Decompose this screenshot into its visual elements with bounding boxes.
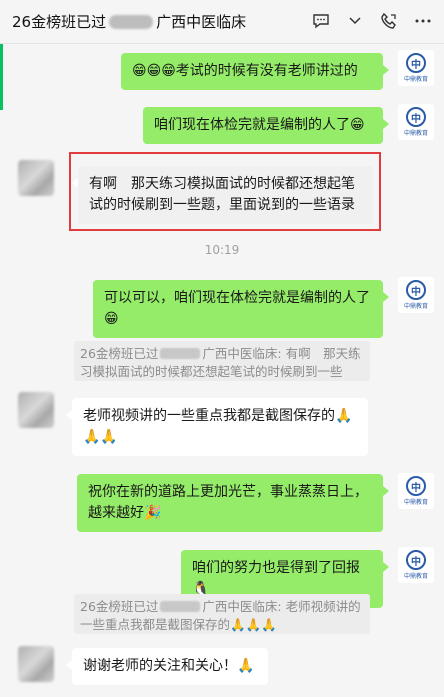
quoted-message[interactable]: 26金榜班已过 广西中医临床: 有啊 那天练习模拟面试的时候都还想起笔试的时候刷到… [74,341,370,381]
message-bubble[interactable]: 咱们现在体检完就是编制的人了😁 [143,107,389,144]
chat-title-suffix: 广西中医临床 [156,13,247,31]
chat-title-prefix: 26金榜班已过 [12,13,107,31]
teacher-avatar[interactable]: 中中鼎教育 [398,547,434,583]
highlight-box [69,152,381,231]
redacted-name [109,15,154,29]
title-bar: 26金榜班已过 广西中医临床 [0,0,444,44]
chevron-down-icon[interactable] [344,10,366,32]
teacher-avatar[interactable]: 中中鼎教育 [398,473,434,509]
student-avatar[interactable] [18,392,54,428]
chat-bubble-icon[interactable] [310,10,332,32]
more-options-icon[interactable] [412,10,434,32]
teacher-avatar[interactable]: 中中鼎教育 [398,277,434,313]
message-bubble[interactable]: 祝你在新的道路上更加光芒，事业蒸蒸日上，越来越好🎉 [77,474,389,532]
student-avatar[interactable] [18,646,54,682]
redacted-name [160,601,201,612]
teacher-avatar[interactable]: 中中鼎教育 [398,104,434,140]
phone-call-icon[interactable] [378,10,400,32]
message-bubble[interactable]: 谢谢老师的关注和关心！🙏 [66,648,268,685]
redacted-name [160,348,201,359]
unread-indicator [0,44,3,110]
message-bubble[interactable]: 老师视频讲的一些重点我都是截图保存的🙏🙏🙏 [66,398,368,456]
teacher-avatar[interactable]: 中中鼎教育 [398,50,434,86]
quoted-message[interactable]: 26金榜班已过 广西中医临床: 老师视频讲的一些重点我都是截图保存的🙏🙏🙏 [74,594,370,634]
message-bubble[interactable]: 😁😁😁考试的时候有没有老师讲过的 [121,53,389,90]
message-bubble[interactable]: 可以可以，咱们现在体检完就是编制的人了😁 [93,280,389,338]
timestamp: 10:19 [204,243,240,257]
chat-title: 26金榜班已过 广西中医临床 [12,11,246,32]
student-avatar[interactable] [18,160,54,196]
